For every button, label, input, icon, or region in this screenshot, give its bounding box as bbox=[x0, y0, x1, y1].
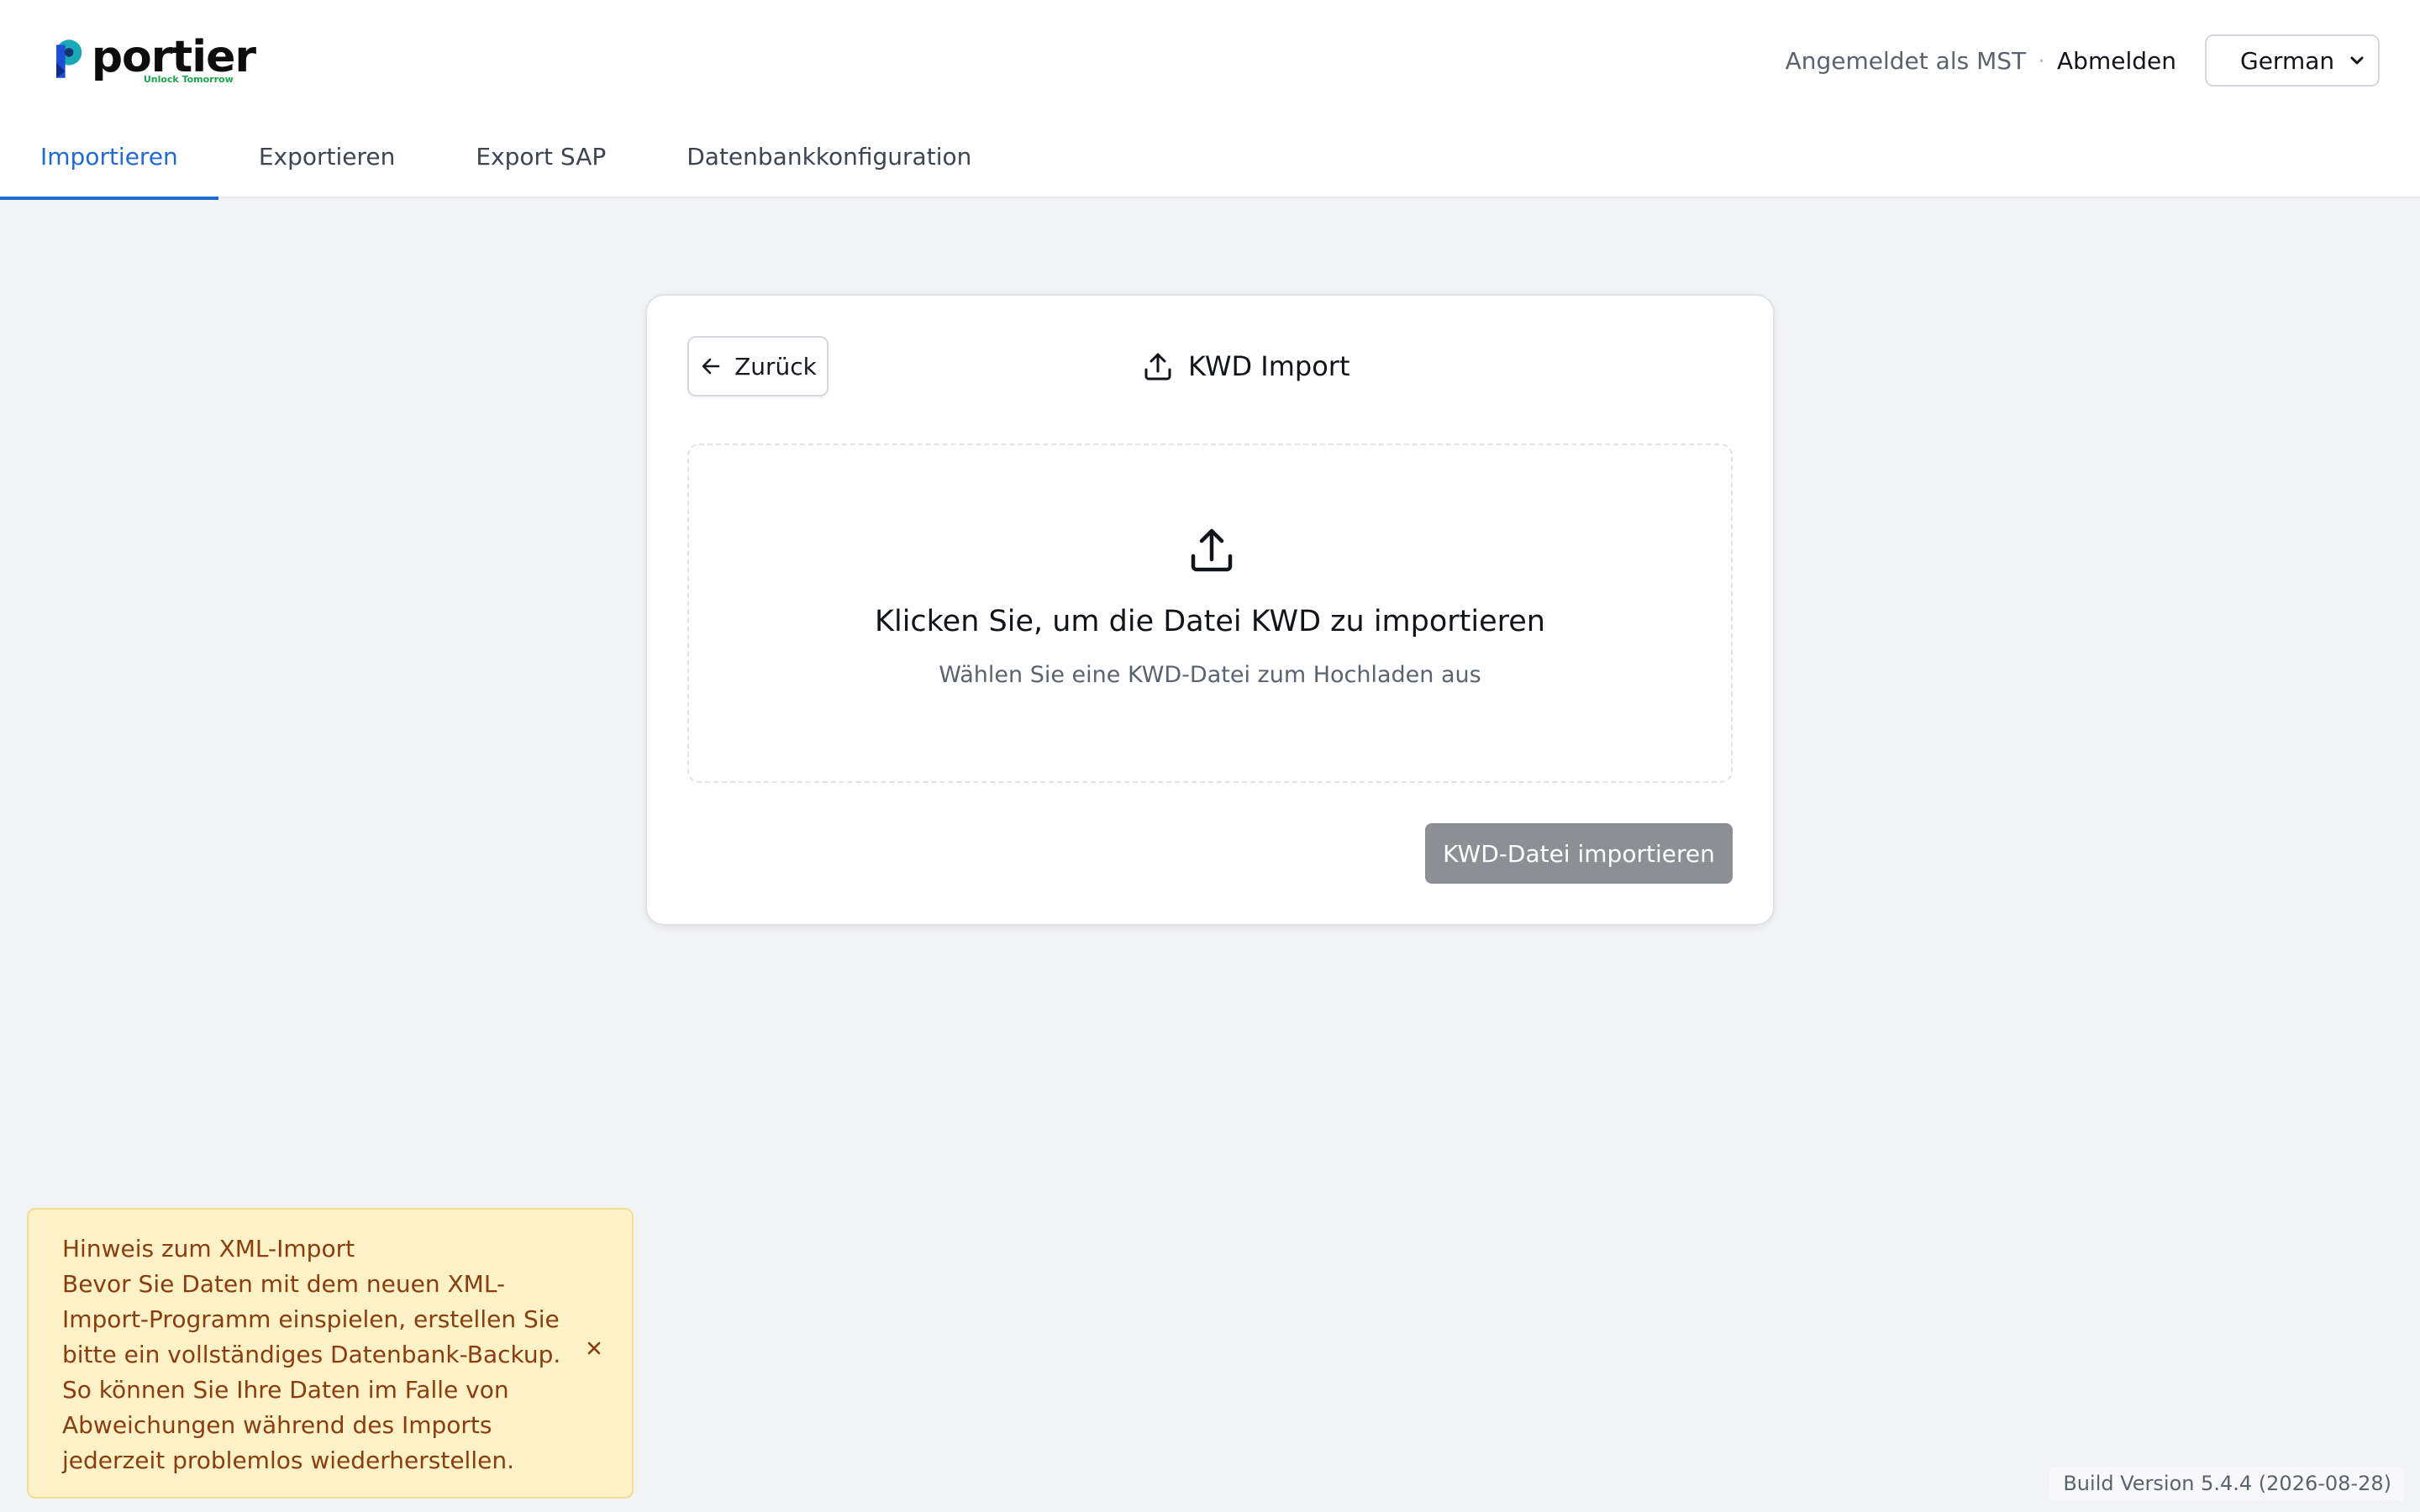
notice-title: Hinweis zum XML-Import bbox=[62, 1235, 355, 1263]
tab-datenbankkonfiguration[interactable]: Datenbankkonfiguration bbox=[646, 126, 1012, 198]
tab-importieren[interactable]: Importieren bbox=[0, 126, 218, 200]
file-dropzone[interactable]: Klicken Sie, um die Datei KWD zu importi… bbox=[687, 444, 1733, 783]
upload-icon bbox=[1191, 528, 1233, 572]
signed-in-label: Angemeldet als MST bbox=[1785, 46, 2027, 75]
logout-link[interactable]: Abmelden bbox=[2057, 47, 2176, 75]
xml-import-notice: Hinweis zum XML-Import Bevor Sie Daten m… bbox=[27, 1208, 634, 1499]
notice-body: Bevor Sie Daten mit dem neuen XML-Import… bbox=[62, 1270, 561, 1474]
upload-icon bbox=[1144, 353, 1171, 381]
tab-export-sap[interactable]: Export SAP bbox=[435, 126, 646, 198]
separator-dot: · bbox=[2038, 46, 2046, 75]
import-kwd-button[interactable]: KWD-Datei importieren bbox=[1425, 823, 1733, 884]
close-icon[interactable] bbox=[581, 1336, 607, 1361]
portier-logo[interactable]: portier Unlock Tomorrow bbox=[54, 34, 256, 89]
back-button-label: Zurück bbox=[734, 352, 817, 381]
import-card: Zurück KWD Import Klicken Sie, um die Da… bbox=[645, 294, 1775, 926]
arrow-left-icon bbox=[702, 358, 720, 375]
language-select[interactable]: German bbox=[2205, 34, 2380, 87]
build-version: Build Version 5.4.4 (2026-08-28) bbox=[2049, 1467, 2405, 1500]
tab-exportieren[interactable]: Exportieren bbox=[218, 126, 436, 198]
dropzone-subtitle: Wählen Sie eine KWD-Datei zum Hochladen … bbox=[939, 662, 1481, 688]
app-header: portier Unlock Tomorrow Angemeldet als M… bbox=[0, 0, 2420, 200]
portier-logo-icon bbox=[56, 39, 82, 78]
logo-tagline: Unlock Tomorrow bbox=[143, 74, 234, 85]
chevron-down-icon bbox=[2350, 56, 2364, 65]
card-title-text: KWD Import bbox=[1188, 350, 1350, 382]
back-button[interactable]: Zurück bbox=[687, 336, 829, 396]
card-title: KWD Import bbox=[1141, 336, 1350, 396]
language-select-value: German bbox=[2240, 46, 2335, 75]
user-area: Angemeldet als MST · Abmelden German bbox=[1786, 34, 2380, 87]
dropzone-title: Klicken Sie, um die Datei KWD zu importi… bbox=[875, 605, 1545, 638]
main-nav: Importieren Exportieren Export SAP Daten… bbox=[0, 126, 1012, 200]
